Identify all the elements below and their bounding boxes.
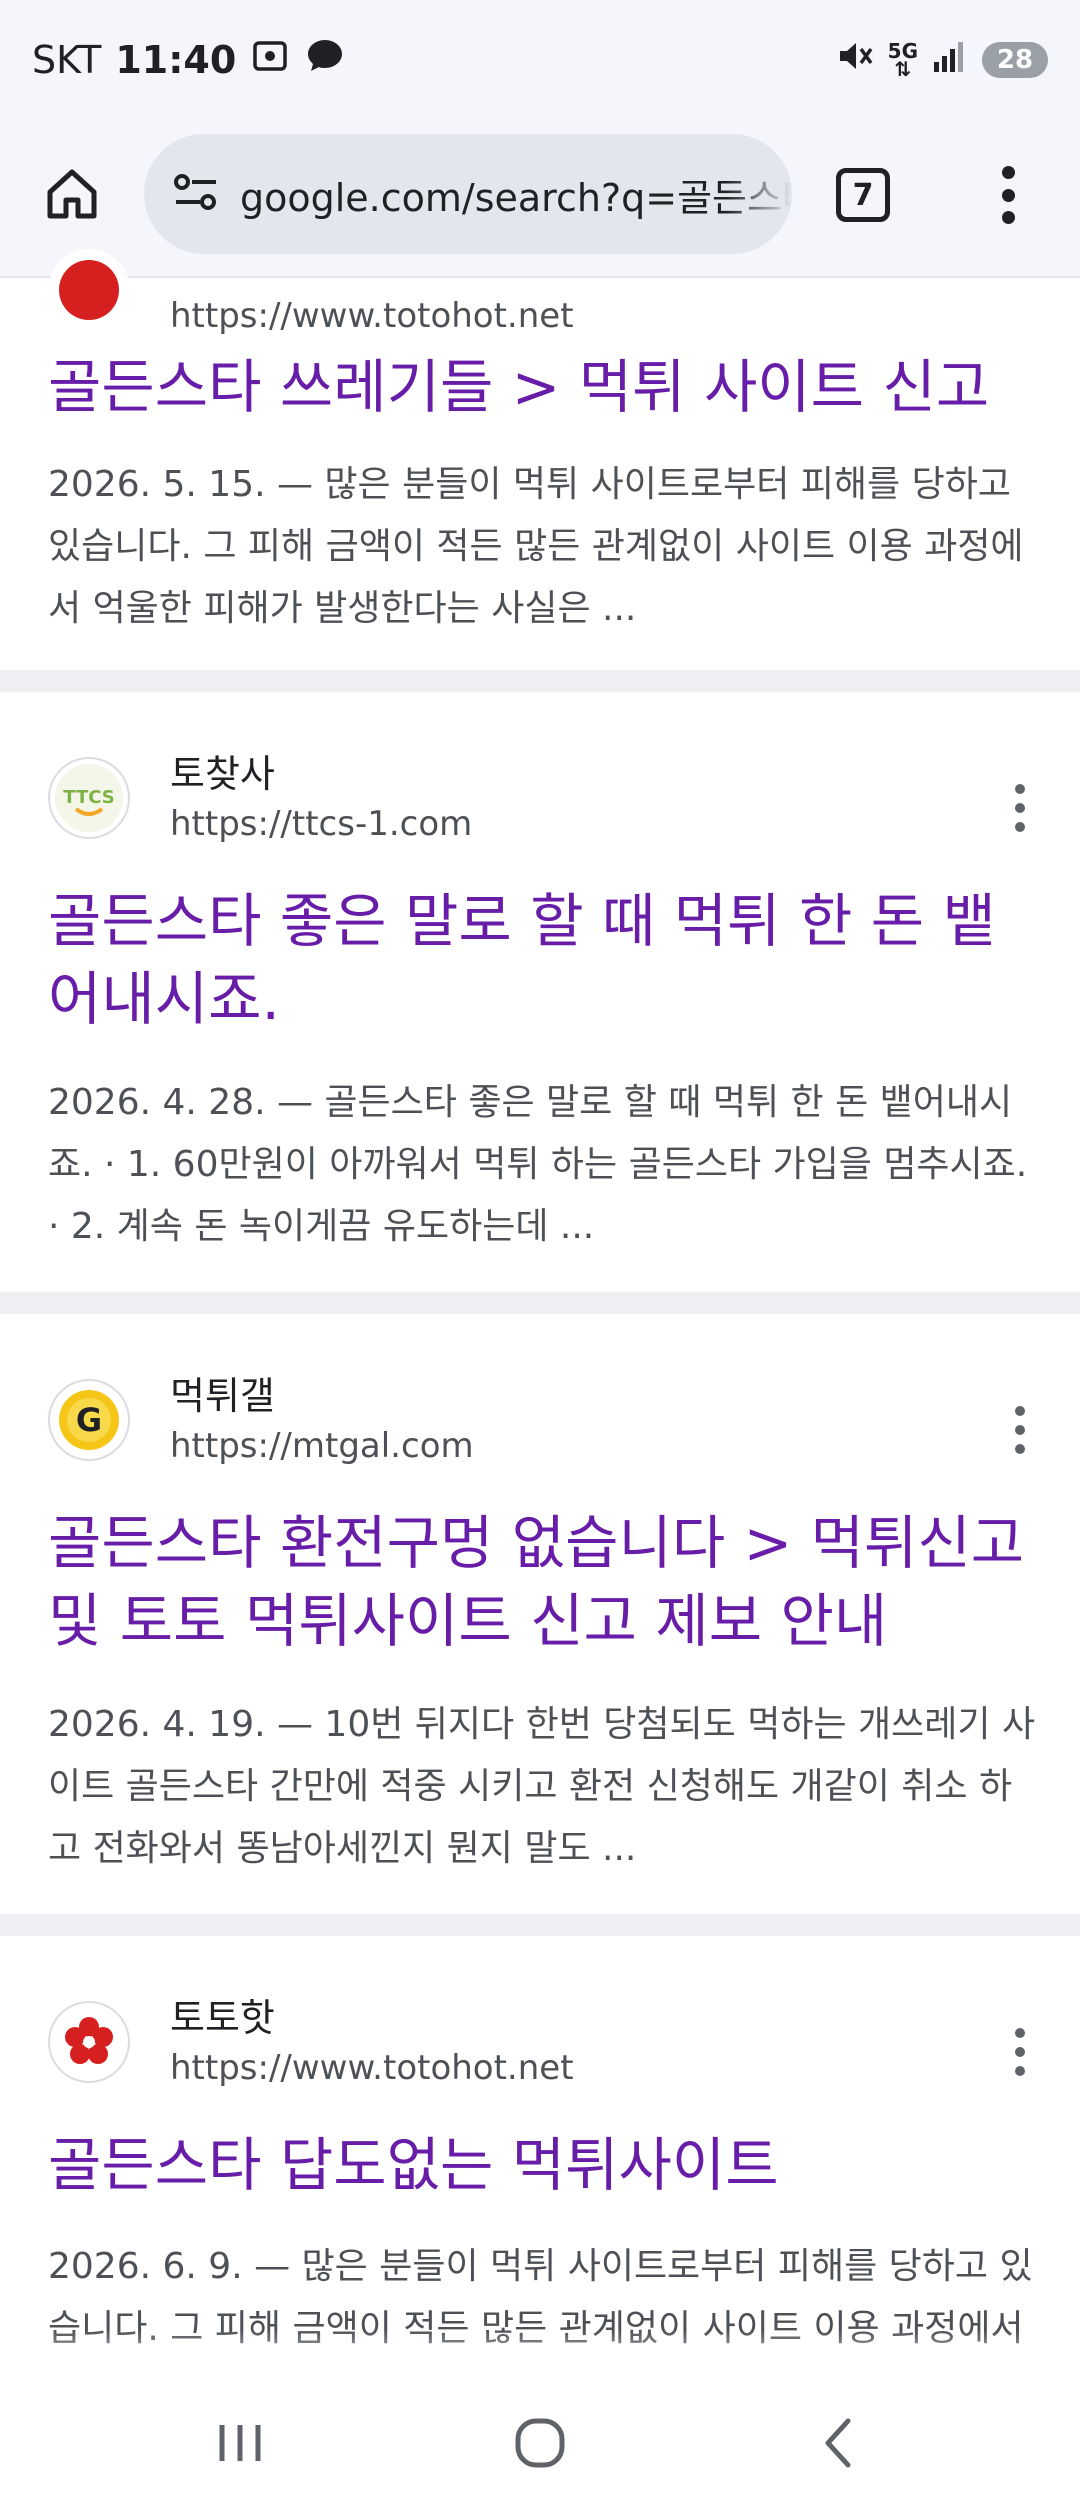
result-title-link[interactable]: 골든스타 환전구멍 없습니다 > 먹튀신고 및 토토 먹튀사이트 신고 제보 안… xyxy=(48,1504,1038,1660)
mtgal-favicon-icon: G xyxy=(48,1379,130,1461)
ttcs-favicon-icon: TTCS xyxy=(48,757,130,839)
search-result: https://www.totohot.net 골든스타 쓰레기들 > 먹튀 사… xyxy=(0,249,1080,670)
home-nav-button[interactable] xyxy=(510,2413,570,2477)
address-bar[interactable]: google.com/search?q=골든스타 xyxy=(144,134,792,254)
result-title-link[interactable]: 골든스타 답도없는 먹튀사이트 xyxy=(48,2126,1038,2204)
home-circle-icon xyxy=(515,2418,565,2468)
search-result: 토토핫 https://www.totohot.net 골든스타 답도없는 먹튀… xyxy=(0,1936,1080,2411)
site-name: 먹튀갤 xyxy=(170,1374,275,1418)
recent-apps-button[interactable] xyxy=(210,2413,270,2477)
result-source[interactable]: G 먹튀갤 https://mtgal.com xyxy=(48,1370,474,1470)
network-label: 5G xyxy=(887,39,918,63)
back-button[interactable] xyxy=(810,2413,870,2477)
result-divider xyxy=(0,1292,1080,1314)
site-url: https://www.totohot.net xyxy=(170,296,574,336)
url-text: google.com/search?q=골든스타 xyxy=(240,175,792,220)
site-name: 토찾사 xyxy=(170,752,275,796)
site-name: 토토핫 xyxy=(170,1996,275,2040)
favicon-text: TTCS xyxy=(63,787,114,808)
result-title-link[interactable]: 골든스타 쓰레기들 > 먹튀 사이트 신고 xyxy=(48,348,1038,426)
system-nav-bar xyxy=(0,2370,1080,2520)
result-snippet: 2026. 4. 28. — 골든스타 좋은 말로 할 때 먹튀 한 돈 뱉어내… xyxy=(48,1082,1028,1247)
favicon-text: G xyxy=(76,1401,102,1439)
carrier-label: SKT xyxy=(32,38,102,82)
result-options-button[interactable] xyxy=(1014,784,1026,832)
recent-apps-icon xyxy=(219,2425,261,2461)
result-divider xyxy=(0,1914,1080,1936)
result-source[interactable]: 토토핫 https://www.totohot.net xyxy=(48,1992,574,2092)
mute-icon xyxy=(834,36,874,85)
site-favicon xyxy=(48,249,130,331)
network-badge: 5G ⇅ xyxy=(887,39,918,81)
search-result: TTCS 토찾사 https://ttcs-1.com 골든스타 좋은 말로 할… xyxy=(0,692,1080,1292)
totohot-favicon-icon xyxy=(48,2001,130,2083)
browser-menu-button[interactable] xyxy=(984,160,1032,230)
kebab-dot xyxy=(1001,166,1015,179)
result-source[interactable]: TTCS 토찾사 https://ttcs-1.com xyxy=(48,748,472,848)
screenshot-icon xyxy=(250,36,290,85)
site-url: https://mtgal.com xyxy=(170,1426,474,1466)
signal-icon xyxy=(932,38,968,83)
result-title-link[interactable]: 골든스타 좋은 말로 할 때 먹튀 한 돈 뱉어내시죠. xyxy=(48,882,1038,1038)
result-snippet: 2026. 4. 19. — 10번 뒤지다 한번 당첨되도 먹하는 개쓰레기 … xyxy=(48,1704,1036,1869)
chat-icon xyxy=(304,36,346,85)
result-options-button[interactable] xyxy=(1014,2028,1026,2076)
tab-switcher-button[interactable]: 7 xyxy=(836,168,890,222)
kebab-dot xyxy=(1001,211,1015,224)
back-chevron-icon xyxy=(825,2418,851,2468)
site-url: https://www.totohot.net xyxy=(170,2048,574,2088)
kebab-dot xyxy=(1001,188,1015,202)
clock: 11:40 xyxy=(115,38,237,82)
site-settings-icon[interactable] xyxy=(172,170,220,218)
home-icon xyxy=(47,169,97,219)
battery-indicator: 28 xyxy=(982,42,1048,78)
status-bar: SKT 11:40 5G ⇅ 28 xyxy=(0,0,1080,120)
result-snippet: 2026. 5. 15. — 많은 분들이 먹튀 사이트로부터 피해를 당하고 … xyxy=(48,464,1024,629)
home-button[interactable] xyxy=(40,162,104,226)
search-result: G 먹튀갤 https://mtgal.com 골든스타 환전구멍 없습니다 >… xyxy=(0,1314,1080,1914)
result-source[interactable]: https://www.totohot.net xyxy=(48,240,574,340)
result-options-button[interactable] xyxy=(1014,1406,1026,1454)
result-divider xyxy=(0,670,1080,692)
page: SKT 11:40 5G ⇅ 28 google.com/search?q=골든… xyxy=(0,0,1080,2520)
site-url: https://ttcs-1.com xyxy=(170,804,473,844)
